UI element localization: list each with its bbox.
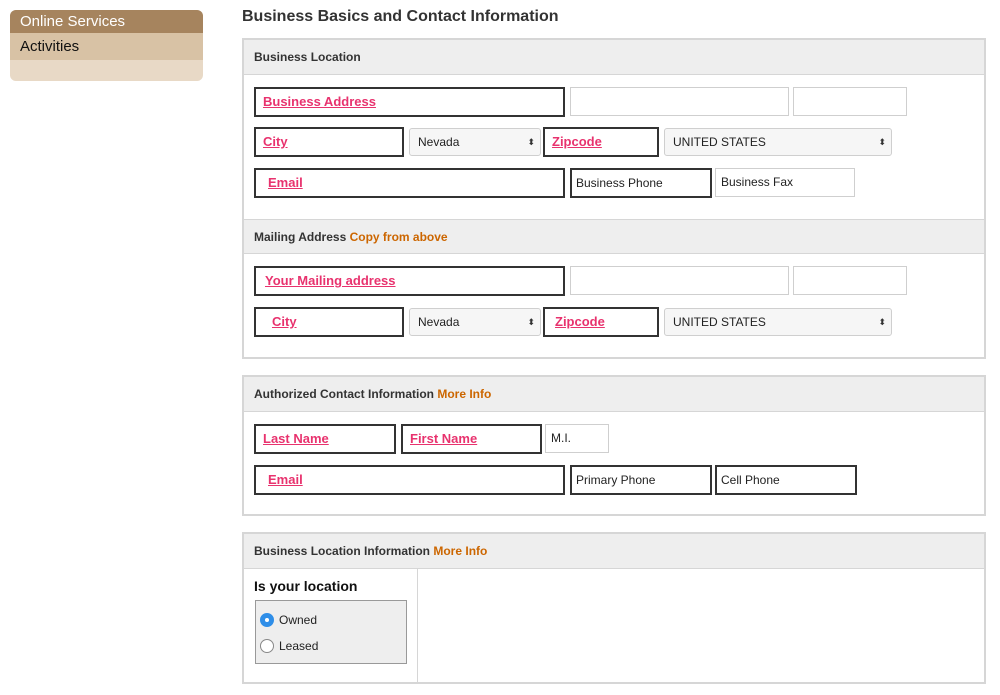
country-value: UNITED STATES xyxy=(673,135,766,149)
business-address-line3-input[interactable] xyxy=(793,87,907,116)
business-phone-input[interactable]: Business Phone xyxy=(570,168,712,198)
business-fax-input[interactable]: Business Fax xyxy=(715,168,855,197)
mailing-city-field[interactable]: City xyxy=(254,307,404,337)
owned-label: Owned xyxy=(279,613,318,627)
mailing-address-field[interactable]: Your Mailing address xyxy=(254,266,565,296)
leased-option[interactable]: Leased xyxy=(260,639,318,653)
leased-radio[interactable] xyxy=(260,639,274,653)
column-divider xyxy=(417,569,418,682)
last-name-field[interactable]: Last Name xyxy=(254,424,396,454)
middle-initial-input[interactable]: M.I. xyxy=(545,424,609,453)
up-down-arrows-icon: ⬍ xyxy=(527,137,535,147)
business-location-panel: Business Location Business Address City … xyxy=(242,38,986,359)
cell-phone-input[interactable]: Cell Phone xyxy=(715,465,857,495)
mailing-address-heading: Mailing Address Copy from above xyxy=(244,219,984,254)
business-state-select[interactable]: Nevada ⬍ xyxy=(409,128,541,156)
business-address-line2-input[interactable] xyxy=(570,87,789,116)
primary-phone-input[interactable]: Primary Phone xyxy=(570,465,712,495)
up-down-arrows-icon: ⬍ xyxy=(878,137,886,147)
authorized-contact-heading: Authorized Contact Information More Info xyxy=(244,377,984,412)
location-radio-group: Owned Leased xyxy=(255,600,407,664)
business-zipcode-field[interactable]: Zipcode xyxy=(543,127,659,157)
owned-radio[interactable] xyxy=(260,613,274,627)
business-address-field[interactable]: Business Address xyxy=(254,87,565,117)
sidebar-item-activities[interactable]: Activities xyxy=(10,33,203,60)
business-email-field[interactable]: Email xyxy=(254,168,565,198)
country-value: UNITED STATES xyxy=(673,315,766,329)
leased-label: Leased xyxy=(279,639,319,653)
sidebar-header[interactable]: Online Services xyxy=(10,10,203,33)
business-city-field[interactable]: City xyxy=(254,127,404,157)
mailing-zipcode-field[interactable]: Zipcode xyxy=(543,307,659,337)
location-question: Is your location xyxy=(254,578,358,594)
authorized-contact-panel: Authorized Contact Information More Info… xyxy=(242,375,986,516)
more-info-link[interactable]: More Info xyxy=(433,544,487,558)
up-down-arrows-icon: ⬍ xyxy=(878,317,886,327)
contact-email-field[interactable]: Email xyxy=(254,465,565,495)
state-value: Nevada xyxy=(418,135,460,149)
sidebar: Online Services Activities xyxy=(10,10,203,81)
mailing-address-line3-input[interactable] xyxy=(793,266,907,295)
page-title: Business Basics and Contact Information xyxy=(242,8,559,25)
business-country-select[interactable]: UNITED STATES ⬍ xyxy=(664,128,892,156)
more-info-link[interactable]: More Info xyxy=(437,387,491,401)
location-information-heading: Business Location Information More Info xyxy=(244,534,984,569)
state-value: Nevada xyxy=(418,315,460,329)
owned-option[interactable]: Owned xyxy=(260,613,317,627)
first-name-field[interactable]: First Name xyxy=(401,424,542,454)
business-location-heading: Business Location xyxy=(244,40,984,75)
copy-from-above-link[interactable]: Copy from above xyxy=(350,230,448,244)
location-information-panel: Business Location Information More Info … xyxy=(242,532,986,684)
up-down-arrows-icon: ⬍ xyxy=(527,317,535,327)
mailing-country-select[interactable]: UNITED STATES ⬍ xyxy=(664,308,892,336)
mailing-address-line2-input[interactable] xyxy=(570,266,789,295)
mailing-state-select[interactable]: Nevada ⬍ xyxy=(409,308,541,336)
